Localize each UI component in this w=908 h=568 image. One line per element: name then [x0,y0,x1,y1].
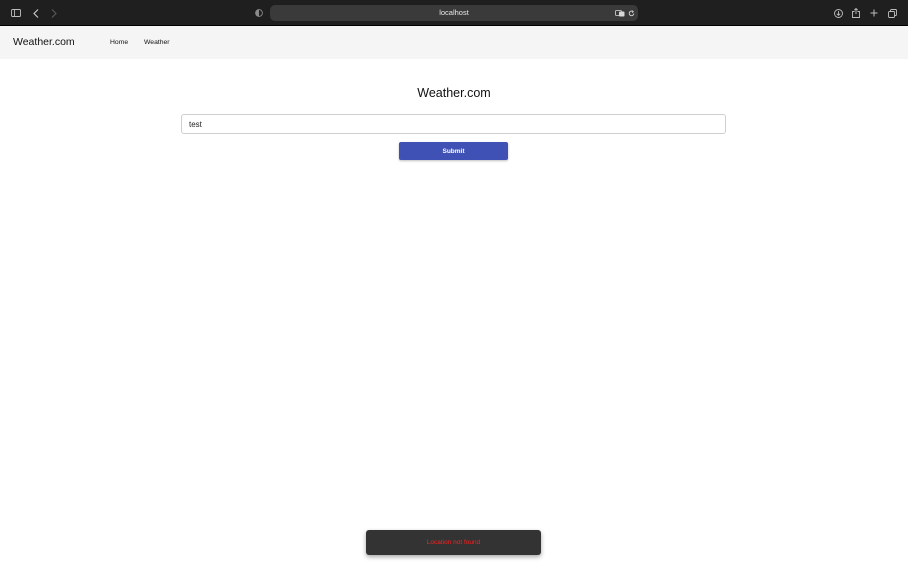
privacy-shield-icon[interactable] [254,0,264,26]
url-text: localhost [439,8,469,17]
tab-overview-icon[interactable] [886,0,898,26]
nav-link-home[interactable]: Home [110,26,128,59]
nav-link-weather[interactable]: Weather [144,26,170,59]
share-icon[interactable] [850,0,862,26]
error-snackbar: Location not found [366,530,541,555]
page-title: Weather.com [417,86,491,100]
download-icon[interactable] [832,0,844,26]
location-input[interactable] [181,114,726,134]
back-icon[interactable] [31,0,41,26]
address-bar[interactable]: localhost [270,5,638,21]
submit-button[interactable]: Submit [399,142,508,160]
app-navbar: Weather.com Home Weather [0,26,908,59]
sidebar-icon[interactable] [10,0,22,26]
reload-icon[interactable] [626,0,636,26]
browser-toolbar: localhost [0,0,908,26]
translate-icon[interactable] [614,0,626,26]
new-tab-icon[interactable] [868,0,880,26]
brand-logo[interactable]: Weather.com [13,26,75,59]
snackbar-message: Location not found [426,539,481,546]
forward-icon[interactable] [49,0,59,26]
